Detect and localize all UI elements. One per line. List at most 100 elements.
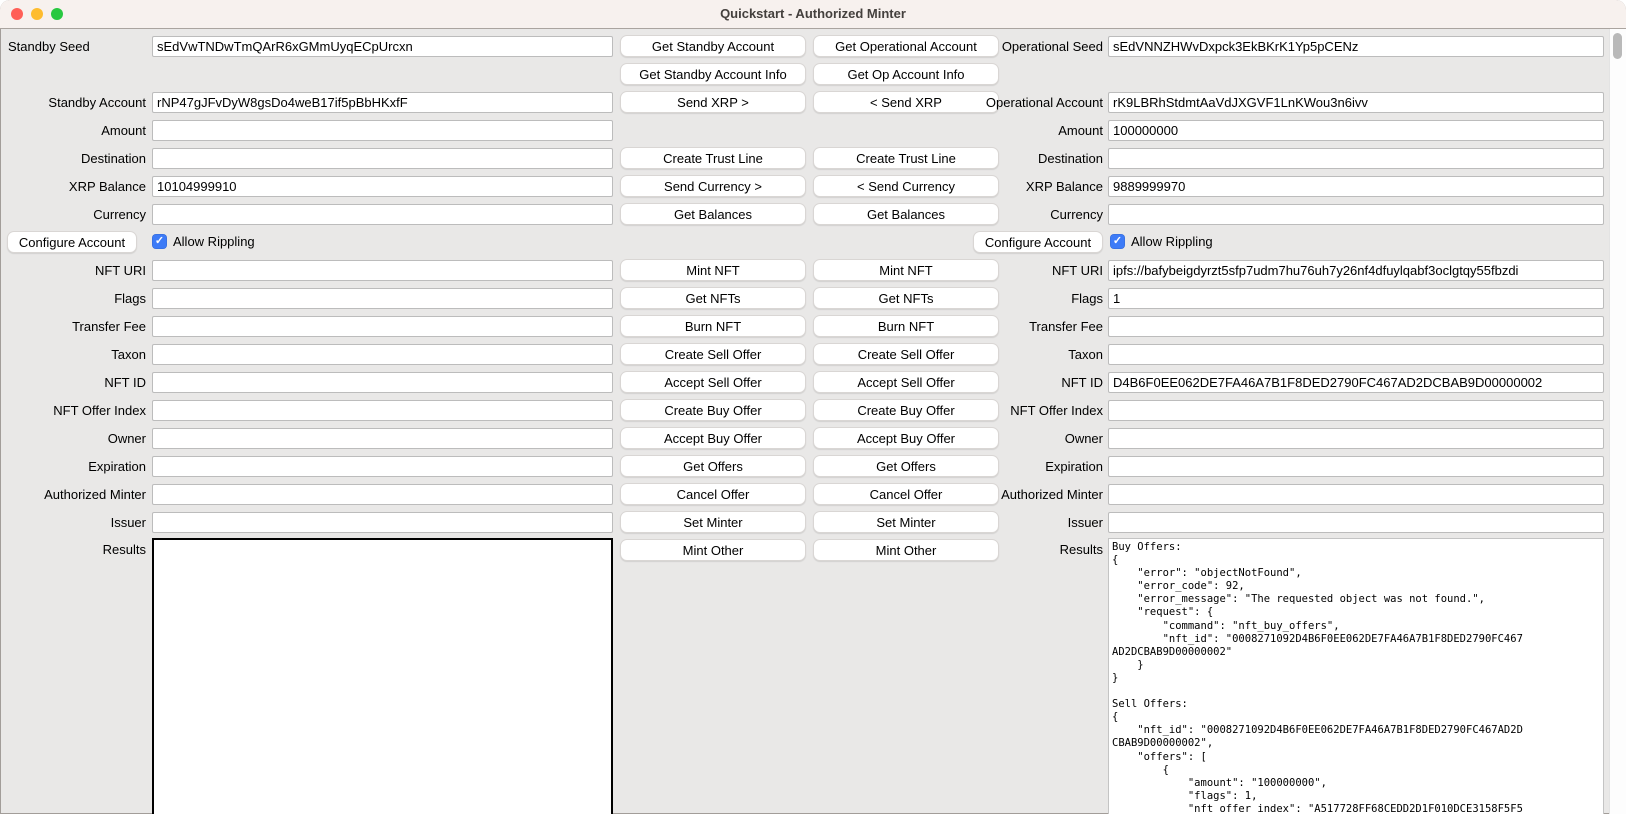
standby-results-textarea[interactable] <box>152 538 613 814</box>
operational-flags-label: Flags <box>944 291 1103 306</box>
standby-xrp-balance-input[interactable] <box>152 176 613 197</box>
operational-flags-input[interactable] <box>1108 288 1604 309</box>
standby-destination-input[interactable] <box>152 148 613 169</box>
standby-burn-nft-button[interactable]: Burn NFT <box>620 315 806 337</box>
form-row: NFT Offer IndexCreate Buy OfferCreate Bu… <box>0 398 1626 426</box>
operational-currency-label: Currency <box>944 207 1103 222</box>
standby-transfer-fee-input[interactable] <box>152 316 613 337</box>
standby-standby-account-label: Standby Account <box>6 95 146 110</box>
standby-mint-nft-button[interactable]: Mint NFT <box>620 259 806 281</box>
operational-nft-offer-index-label: NFT Offer Index <box>944 403 1103 418</box>
standby-set-minter-button[interactable]: Set Minter <box>620 511 806 533</box>
standby-standby-account-input[interactable] <box>152 92 613 113</box>
operational-taxon-input[interactable] <box>1108 344 1604 365</box>
operational-operational-seed-input[interactable] <box>1108 36 1604 57</box>
form-row: Standby SeedGet Standby AccountGet Opera… <box>0 34 1626 62</box>
operational-owner-input[interactable] <box>1108 428 1604 449</box>
operational-get-op-account-info-button[interactable]: Get Op Account Info <box>813 63 999 85</box>
operational-allow-rippling-checkbox[interactable]: ✓ <box>1110 234 1125 249</box>
standby-get-standby-account-button[interactable]: Get Standby Account <box>620 35 806 57</box>
operational-configure-account-button[interactable]: Configure Account <box>973 231 1103 253</box>
standby-xrp-balance-label: XRP Balance <box>6 179 146 194</box>
standby-configure-account-button[interactable]: Configure Account <box>7 231 137 253</box>
form-row: ExpirationGet OffersGet OffersExpiration <box>0 454 1626 482</box>
standby-taxon-input[interactable] <box>152 344 613 365</box>
operational-results-output[interactable]: Buy Offers: { "error": "objectNotFound",… <box>1108 538 1604 814</box>
standby-expiration-input[interactable] <box>152 456 613 477</box>
operational-nft-id-label: NFT ID <box>944 375 1103 390</box>
operational-amount-input[interactable] <box>1108 120 1604 141</box>
form-row: CurrencyGet BalancesGet BalancesCurrency <box>0 202 1626 230</box>
standby-issuer-label: Issuer <box>6 515 146 530</box>
operational-transfer-fee-input[interactable] <box>1108 316 1604 337</box>
standby-allow-rippling-label: Allow Rippling <box>173 234 255 249</box>
standby-flags-label: Flags <box>6 291 146 306</box>
operational-nft-uri-input[interactable] <box>1108 260 1604 281</box>
operational-currency-input[interactable] <box>1108 204 1604 225</box>
operational-results-label: Results <box>944 542 1103 557</box>
form-row: AmountAmount <box>0 118 1626 146</box>
operational-nft-offer-index-input[interactable] <box>1108 400 1604 421</box>
operational-operational-account-label: Operational Account <box>944 95 1103 110</box>
standby-get-balances-button[interactable]: Get Balances <box>620 203 806 225</box>
vertical-scrollbar-thumb[interactable] <box>1613 33 1622 59</box>
standby-mint-other-button[interactable]: Mint Other <box>620 539 806 561</box>
form-row: IssuerSet MinterSet MinterIssuer <box>0 510 1626 538</box>
standby-create-trust-line-button[interactable]: Create Trust Line <box>620 147 806 169</box>
operational-expiration-input[interactable] <box>1108 456 1604 477</box>
standby-amount-input[interactable] <box>152 120 613 141</box>
form-row: DestinationCreate Trust LineCreate Trust… <box>0 146 1626 174</box>
standby-nft-uri-input[interactable] <box>152 260 613 281</box>
operational-authorized-minter-input[interactable] <box>1108 484 1604 505</box>
form-row: FlagsGet NFTsGet NFTsFlags <box>0 286 1626 314</box>
operational-nft-uri-label: NFT URI <box>944 263 1103 278</box>
standby-nft-offer-index-input[interactable] <box>152 400 613 421</box>
titlebar: Quickstart - Authorized Minter <box>0 0 1626 29</box>
standby-create-buy-offer-button[interactable]: Create Buy Offer <box>620 399 806 421</box>
standby-currency-input[interactable] <box>152 204 613 225</box>
standby-nft-uri-label: NFT URI <box>6 263 146 278</box>
operational-allow-rippling: ✓ Allow Rippling <box>1110 234 1213 249</box>
standby-accept-buy-offer-button[interactable]: Accept Buy Offer <box>620 427 806 449</box>
operational-operational-account-input[interactable] <box>1108 92 1604 113</box>
standby-get-offers-button[interactable]: Get Offers <box>620 455 806 477</box>
quickstart-window: Quickstart - Authorized Minter Standby S… <box>0 0 1626 814</box>
standby-allow-rippling-checkbox[interactable]: ✓ <box>152 234 167 249</box>
standby-currency-label: Currency <box>6 207 146 222</box>
standby-accept-sell-offer-button[interactable]: Accept Sell Offer <box>620 371 806 393</box>
form-row: NFT IDAccept Sell OfferAccept Sell Offer… <box>0 370 1626 398</box>
standby-expiration-label: Expiration <box>6 459 146 474</box>
standby-get-nfts-button[interactable]: Get NFTs <box>620 287 806 309</box>
standby-send-currency-button[interactable]: Send Currency > <box>620 175 806 197</box>
operational-destination-input[interactable] <box>1108 148 1604 169</box>
form-row: XRP BalanceSend Currency >< Send Currenc… <box>0 174 1626 202</box>
form-row: Get Standby Account Info Get Op Account I… <box>0 62 1626 90</box>
form-row: Configure Account ✓ Allow Rippling Configur… <box>0 230 1626 258</box>
form-row: NFT URIMint NFTMint NFTNFT URI <box>0 258 1626 286</box>
operational-owner-label: Owner <box>944 431 1103 446</box>
standby-standby-seed-input[interactable] <box>152 36 613 57</box>
form-row: Authorized MinterCancel OfferCancel Offe… <box>0 482 1626 510</box>
operational-taxon-label: Taxon <box>944 347 1103 362</box>
standby-owner-input[interactable] <box>152 428 613 449</box>
standby-authorized-minter-input[interactable] <box>152 484 613 505</box>
standby-cancel-offer-button[interactable]: Cancel Offer <box>620 483 806 505</box>
operational-allow-rippling-label: Allow Rippling <box>1131 234 1213 249</box>
standby-flags-input[interactable] <box>152 288 613 309</box>
standby-allow-rippling: ✓ Allow Rippling <box>152 234 255 249</box>
operational-issuer-input[interactable] <box>1108 512 1604 533</box>
standby-send-xrp-button[interactable]: Send XRP > <box>620 91 806 113</box>
standby-owner-label: Owner <box>6 431 146 446</box>
vertical-scrollbar[interactable] <box>1609 29 1626 814</box>
standby-create-sell-offer-button[interactable]: Create Sell Offer <box>620 343 806 365</box>
standby-nft-id-input[interactable] <box>152 372 613 393</box>
operational-nft-id-input[interactable] <box>1108 372 1604 393</box>
standby-nft-id-label: NFT ID <box>6 375 146 390</box>
standby-get-standby-account-info-button[interactable]: Get Standby Account Info <box>620 63 806 85</box>
standby-amount-label: Amount <box>6 123 146 138</box>
standby-authorized-minter-label: Authorized Minter <box>6 487 146 502</box>
form-row: ResultsMint OtherMint OtherResultsBuy Of… <box>0 538 1626 566</box>
standby-issuer-input[interactable] <box>152 512 613 533</box>
operational-expiration-label: Expiration <box>944 459 1103 474</box>
operational-xrp-balance-input[interactable] <box>1108 176 1604 197</box>
